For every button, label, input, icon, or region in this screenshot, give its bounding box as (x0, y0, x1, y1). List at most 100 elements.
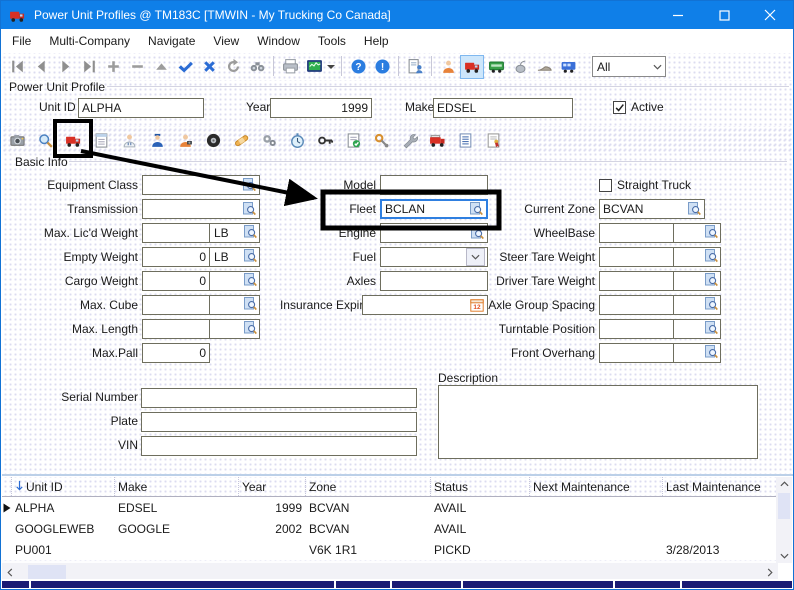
cancel-icon[interactable] (197, 55, 221, 79)
person-icon[interactable] (436, 55, 460, 79)
grid-splitter[interactable] (2, 474, 794, 476)
max-cube-unit-cell[interactable] (210, 295, 260, 315)
scroll-down-button[interactable] (776, 549, 792, 563)
serial-number-field[interactable] (141, 388, 417, 408)
officer-icon[interactable] (145, 128, 169, 152)
axle-group-spacing-unit-cell[interactable] (674, 295, 721, 315)
max-pall-field[interactable]: 0 (142, 343, 210, 363)
stopwatch-icon[interactable] (285, 128, 309, 152)
front-overhang-lookup-icon[interactable] (705, 345, 718, 362)
accept-icon[interactable] (173, 55, 197, 79)
grid-row-alpha[interactable]: ALPHAEDSEL1999BCVANAVAIL (2, 497, 779, 518)
fuel-field[interactable] (380, 247, 488, 267)
fuel-dropdown-icon[interactable] (466, 248, 485, 266)
about-icon[interactable]: ! (370, 55, 394, 79)
max-length-lookup-icon[interactable] (244, 321, 257, 338)
grid-vertical-scrollbar[interactable] (776, 477, 792, 563)
grid-column-header-make[interactable]: Make (115, 477, 239, 496)
prev-record-icon[interactable] (29, 55, 53, 79)
axle-group-spacing-field[interactable] (599, 295, 674, 315)
refresh-icon[interactable] (221, 55, 245, 79)
empty-weight-unit-cell[interactable]: LB (210, 247, 260, 267)
power-unit-icon[interactable] (460, 55, 484, 79)
grid-column-header-next-maintenance[interactable]: Next Maintenance (530, 477, 663, 496)
turntable-position-field[interactable] (599, 319, 674, 339)
mouse-icon[interactable] (508, 55, 532, 79)
model-field[interactable] (380, 175, 488, 195)
list-icon[interactable] (453, 128, 477, 152)
grid-column-header-zone[interactable]: Zone (306, 477, 431, 496)
axles-field[interactable] (380, 271, 488, 291)
menu-navigate[interactable]: Navigate (139, 29, 204, 53)
empty-weight-field[interactable]: 0 (142, 247, 210, 267)
wrench-icon[interactable] (397, 128, 421, 152)
insurance-expires-field[interactable]: 12 (362, 295, 488, 315)
steer-tare-weight-field[interactable] (599, 247, 674, 267)
notes-icon[interactable] (89, 128, 113, 152)
close-button[interactable] (747, 1, 793, 29)
grid-column-header-status[interactable]: Status (431, 477, 530, 496)
menu-window[interactable]: Window (248, 29, 309, 53)
steer-tare-weight-unit-cell[interactable] (674, 247, 721, 267)
doctor-icon[interactable] (117, 128, 141, 152)
add-record-icon[interactable] (101, 55, 125, 79)
scroll-left-button[interactable] (2, 565, 18, 579)
search-icon[interactable] (33, 128, 57, 152)
unit-id-field[interactable]: ALPHA (78, 98, 204, 118)
grid-row-pu001[interactable]: PU001V6K 1R1PICKD3/28/2013 (2, 539, 779, 560)
wheelbase-field[interactable] (599, 223, 674, 243)
equipment-class-lookup-icon[interactable] (243, 178, 256, 192)
keyring-icon[interactable] (369, 128, 393, 152)
vertical-scroll-thumb[interactable] (778, 493, 790, 519)
camera-icon[interactable] (5, 128, 29, 152)
max-lic-d-weight-lookup-icon[interactable] (244, 225, 257, 242)
grid-column-header-last-maintenance[interactable]: Last Maintenance (663, 477, 779, 496)
maximize-button[interactable] (701, 1, 747, 29)
max-length-unit-cell[interactable] (210, 319, 260, 339)
make-field[interactable]: EDSEL (433, 98, 573, 118)
monitor-icon[interactable] (302, 55, 326, 79)
cargo-weight-field[interactable]: 0 (142, 271, 210, 291)
grid-column-header-year[interactable]: Year (239, 477, 306, 496)
cargo-weight-unit-cell[interactable] (210, 271, 260, 291)
transmission-lookup-icon[interactable] (243, 202, 256, 216)
empty-weight-lookup-icon[interactable] (244, 249, 257, 266)
max-lic-d-weight-unit-cell[interactable]: LB (210, 223, 260, 243)
transmission-field[interactable] (142, 199, 260, 219)
collapse-icon[interactable] (149, 55, 173, 79)
filter-combobox[interactable]: All (592, 56, 666, 77)
steer-tare-weight-lookup-icon[interactable] (705, 249, 718, 266)
fleet-lookup-icon[interactable] (470, 202, 483, 216)
print-icon[interactable] (278, 55, 302, 79)
current-zone-lookup-icon[interactable] (688, 202, 701, 216)
dropdown-caret-icon[interactable] (327, 62, 337, 72)
first-record-icon[interactable] (5, 55, 29, 79)
fleet-field[interactable]: BCLAN (380, 199, 488, 219)
help-icon[interactable]: ? (346, 55, 370, 79)
key-icon[interactable] (313, 128, 337, 152)
next-record-icon[interactable] (53, 55, 77, 79)
wheelbase-unit-cell[interactable] (674, 223, 721, 243)
menu-view[interactable]: View (204, 29, 248, 53)
max-cube-field[interactable] (142, 295, 210, 315)
last-record-icon[interactable] (77, 55, 101, 79)
turntable-position-lookup-icon[interactable] (705, 321, 718, 338)
shoe-icon[interactable] (532, 55, 556, 79)
scroll-up-button[interactable] (776, 477, 792, 491)
driver-tare-weight-field[interactable] (599, 271, 674, 291)
insurance-expires-calendar-icon[interactable]: 12 (470, 298, 484, 312)
cargo-weight-lookup-icon[interactable] (244, 273, 257, 290)
front-overhang-unit-cell[interactable] (674, 343, 721, 363)
driver-tare-weight-unit-cell[interactable] (674, 271, 721, 291)
vin-field[interactable] (141, 436, 417, 456)
menu-help[interactable]: Help (355, 29, 398, 53)
bus-icon[interactable] (556, 55, 580, 79)
scroll-right-button[interactable] (762, 565, 778, 579)
binoculars-icon[interactable] (245, 55, 269, 79)
filter-dropdown-icon[interactable] (649, 64, 665, 70)
axle-group-spacing-lookup-icon[interactable] (705, 297, 718, 314)
current-zone-field[interactable]: BCVAN (599, 199, 705, 219)
tire-icon[interactable] (201, 128, 225, 152)
trailer-icon[interactable] (484, 55, 508, 79)
description-textarea[interactable] (438, 385, 758, 459)
